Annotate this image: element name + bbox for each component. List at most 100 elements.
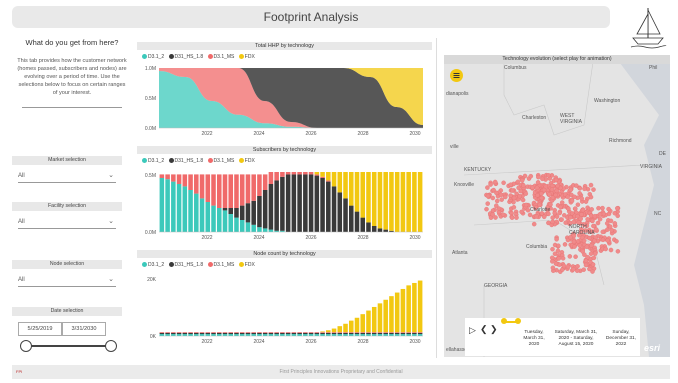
bar-D3.1_2[interactable] [343,334,348,336]
bar-D31_HS_1.8[interactable] [331,186,337,232]
bar-D31_HS_1.8[interactable] [274,180,279,231]
bar-D3.1_2[interactable] [211,334,216,336]
bar-D3.1_MS[interactable] [360,332,366,333]
bar-D31_HS_1.8[interactable] [257,332,262,335]
bar-FDX[interactable] [337,326,343,333]
bar-D3.1_MS[interactable] [274,172,279,181]
bar-D3.1_2[interactable] [262,228,268,232]
bar-D31_HS_1.8[interactable] [383,229,388,232]
bar-D31_HS_1.8[interactable] [291,174,297,232]
bar-D3.1_2[interactable] [182,334,188,336]
bar-FDX[interactable] [400,172,406,232]
bar-D31_HS_1.8[interactable] [245,332,251,335]
bar-D3.1_MS[interactable] [268,332,274,333]
time-slider-handle[interactable] [515,318,521,324]
bar-D31_HS_1.8[interactable] [194,332,199,335]
bar-D31_HS_1.8[interactable] [406,332,411,335]
bar-D3.1_2[interactable] [303,334,308,336]
legend-item[interactable]: D3.1_2 [148,54,164,60]
legend-item[interactable]: D3.1_MS [214,54,235,60]
bar-D3.1_2[interactable] [366,334,371,336]
bar-D3.1_2[interactable] [257,227,262,232]
bar-D3.1_2[interactable] [337,334,343,336]
bar-D3.1_2[interactable] [308,334,314,336]
bar-D3.1_2[interactable] [394,334,400,336]
bar-D3.1_MS[interactable] [228,174,234,208]
bar-FDX[interactable] [389,172,394,231]
bar-D3.1_2[interactable] [389,334,394,336]
bar-D3.1_2[interactable] [165,334,170,336]
bar-D3.1_MS[interactable] [159,332,165,333]
bar-D3.1_MS[interactable] [194,332,199,333]
bar-D3.1_2[interactable] [406,334,411,336]
bar-D31_HS_1.8[interactable] [320,178,325,232]
bar-D31_HS_1.8[interactable] [326,181,331,232]
bar-D3.1_MS[interactable] [211,174,216,206]
bar-D3.1_MS[interactable] [199,174,205,199]
bar-D31_HS_1.8[interactable] [234,208,239,218]
bar-D3.1_2[interactable] [331,334,337,336]
bar-D31_HS_1.8[interactable] [291,332,297,335]
bar-D3.1_MS[interactable] [188,332,193,333]
bar-D3.1_MS[interactable] [331,332,337,333]
bar-FDX[interactable] [343,172,348,199]
bar-D3.1_2[interactable] [159,178,165,232]
bar-D3.1_MS[interactable] [216,174,222,208]
legend-item[interactable]: FDX [245,158,255,164]
bar-FDX[interactable] [360,172,366,218]
bar-D3.1_MS[interactable] [268,172,274,184]
bar-D3.1_MS[interactable] [280,332,285,333]
bar-D3.1_MS[interactable] [406,332,411,333]
bar-D3.1_MS[interactable] [211,332,216,333]
bar-D31_HS_1.8[interactable] [262,190,268,229]
bar-D3.1_MS[interactable] [326,332,331,333]
bar-FDX[interactable] [337,172,343,193]
bar-D3.1_2[interactable] [251,224,256,232]
bar-D3.1_2[interactable] [216,208,222,232]
bar-FDX[interactable] [366,310,371,333]
bar-D31_HS_1.8[interactable] [280,176,285,231]
bar-D3.1_MS[interactable] [205,332,211,333]
bar-D3.1_2[interactable] [228,334,234,336]
bar-D3.1_2[interactable] [268,334,274,336]
bar-D31_HS_1.8[interactable] [211,332,216,335]
bar-D31_HS_1.8[interactable] [360,217,366,232]
bar-D31_HS_1.8[interactable] [326,332,331,335]
bar-D3.1_2[interactable] [222,210,228,232]
bar-D3.1_2[interactable] [251,334,256,336]
date-slider-end-handle[interactable] [105,340,117,352]
bar-D31_HS_1.8[interactable] [188,332,193,335]
bar-D3.1_MS[interactable] [251,332,256,333]
bar-D3.1_2[interactable] [165,179,170,232]
bar-D31_HS_1.8[interactable] [377,332,383,335]
bar-D3.1_2[interactable] [239,220,245,232]
bar-FDX[interactable] [314,172,320,175]
legend-item[interactable]: D31_HS_1.8 [175,54,204,60]
bar-D31_HS_1.8[interactable] [297,174,302,232]
bar-D3.1_MS[interactable] [394,332,400,333]
bar-D3.1_2[interactable] [245,222,251,232]
bar-D3.1_MS[interactable] [245,174,251,204]
bar-D31_HS_1.8[interactable] [371,332,377,335]
bar-D3.1_MS[interactable] [176,174,182,184]
legend-item[interactable]: D31_HS_1.8 [175,262,204,268]
bar-D31_HS_1.8[interactable] [366,332,371,335]
bar-D3.1_MS[interactable] [343,332,348,333]
bar-D3.1_2[interactable] [188,334,193,336]
bar-D31_HS_1.8[interactable] [159,332,165,335]
bar-D3.1_MS[interactable] [314,174,320,176]
bar-D3.1_MS[interactable] [303,332,308,333]
legend-item[interactable]: D3.1_2 [148,158,164,164]
bar-D3.1_MS[interactable] [297,332,302,333]
bar-D3.1_MS[interactable] [285,172,291,175]
bar-FDX[interactable] [394,292,400,333]
bar-D3.1_MS[interactable] [228,332,234,333]
bar-FDX[interactable] [326,172,331,181]
bar-D3.1_MS[interactable] [297,172,302,175]
bar-D31_HS_1.8[interactable] [199,332,205,335]
date-slider-start-handle[interactable] [20,340,32,352]
bar-D3.1_2[interactable] [176,184,182,232]
bar-D31_HS_1.8[interactable] [343,198,348,232]
bar-D31_HS_1.8[interactable] [337,332,343,335]
bar-D31_HS_1.8[interactable] [394,332,400,335]
